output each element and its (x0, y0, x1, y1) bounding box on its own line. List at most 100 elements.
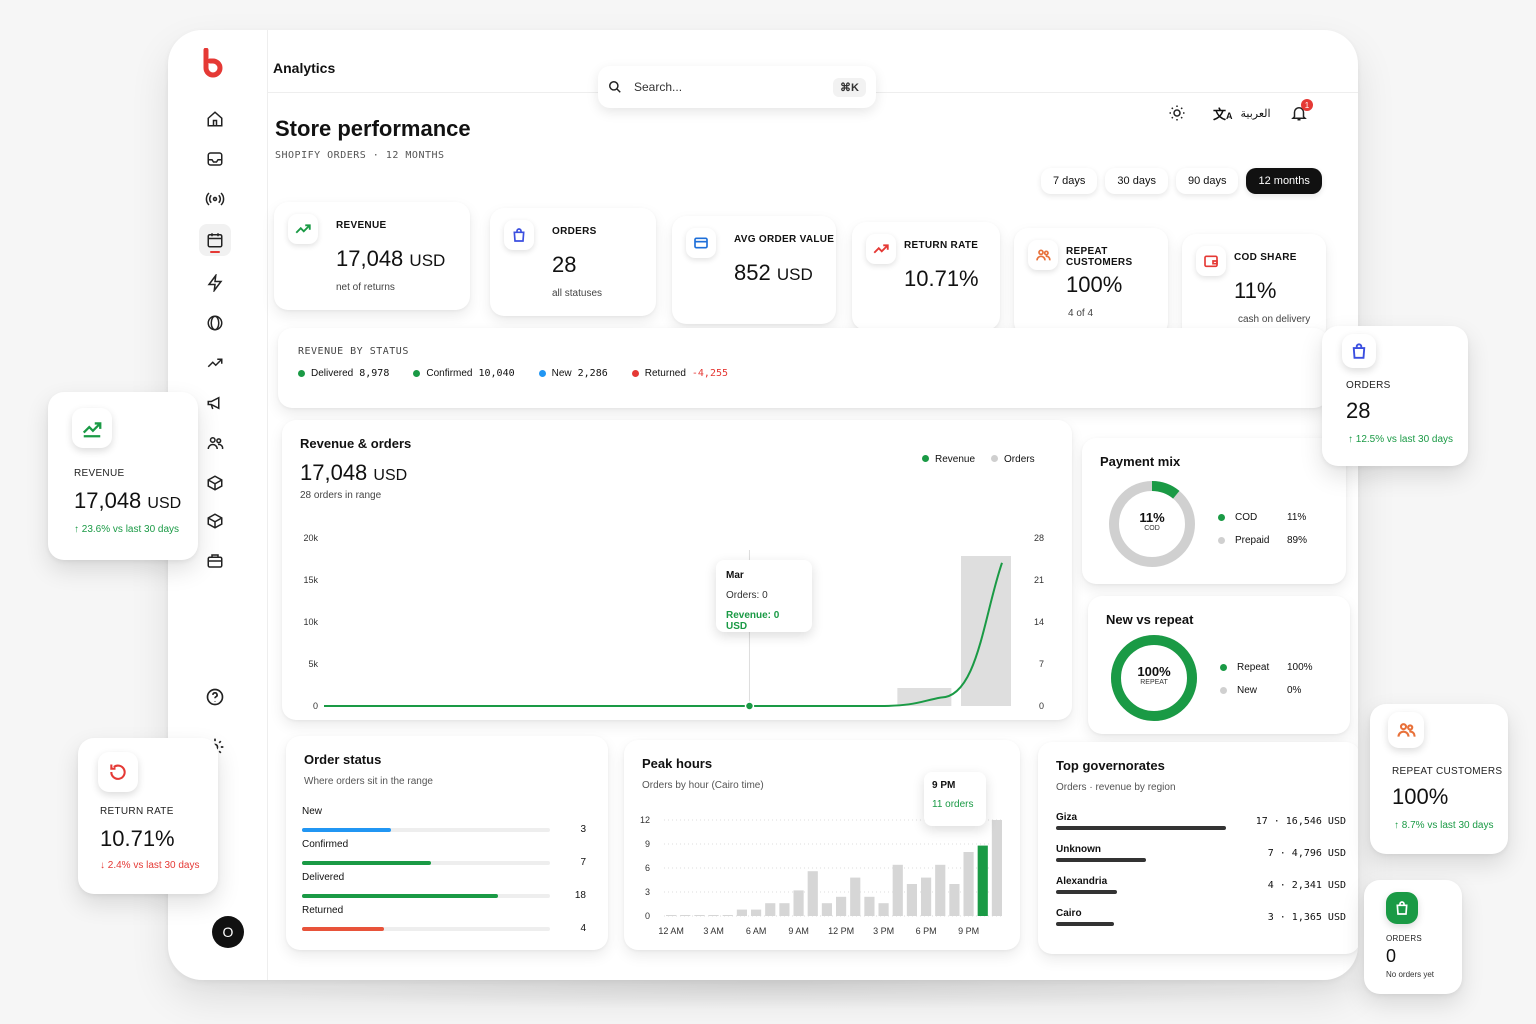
governorate-bar (1056, 890, 1118, 894)
governorate-values: 17 · 16,546 USD (1255, 816, 1346, 827)
card-subtitle: Where orders sit in the range (304, 776, 433, 787)
floating-change: ↓ 2.4% vs last 30 days (100, 860, 200, 871)
users-icon (1028, 240, 1058, 270)
trend-up-icon (866, 234, 896, 264)
lightning-icon[interactable] (204, 272, 226, 294)
status-list: Delivered 8,978 Confirmed 10,040 New 2,2… (298, 368, 728, 379)
governorate-row: Giza 17 · 16,546 USD (1056, 812, 1346, 830)
status-returned: Returned -4,255 (631, 368, 728, 379)
search-icon (609, 81, 621, 93)
status-new: New 2,286 (538, 368, 608, 379)
card-title: Order status (304, 752, 382, 767)
x-tick-label: 6 AM (746, 926, 767, 936)
x-tick-label: 12 PM (828, 926, 854, 936)
kpi-note: net of returns (336, 282, 395, 293)
order-status-row: Confirmed 7 (302, 839, 586, 868)
revenue-line (324, 562, 1003, 707)
briefcase-icon[interactable] (204, 550, 226, 572)
governorate-values: 7 · 4,796 USD (1267, 848, 1346, 859)
tab-12-months[interactable]: 12 months (1246, 168, 1322, 194)
x-tick-label: 12 AM (658, 926, 684, 936)
section-title: REVENUE BY STATUS (298, 346, 409, 357)
calendar-icon[interactable] (199, 224, 231, 256)
peak-hours-card: Peak hours Orders by hour (Cairo time) 0… (624, 740, 1020, 950)
y-tick: 9 (645, 839, 650, 849)
page-subtitle: SHOPIFY ORDERS · 12 MONTHS (275, 150, 445, 161)
order-status-card: Order status Where orders sit in the ran… (286, 736, 608, 950)
card-title: Top governorates (1056, 758, 1165, 773)
hour-bar (722, 915, 733, 916)
tab-30-days[interactable]: 30 days (1105, 168, 1168, 194)
orders-bar (961, 556, 1011, 706)
status-label: Confirmed (302, 839, 349, 850)
governorate-bar (1056, 826, 1226, 830)
tab-90-days[interactable]: 90 days (1175, 168, 1239, 194)
hour-bar (694, 915, 705, 916)
hour-bar (779, 903, 790, 916)
avatar[interactable]: O (212, 916, 244, 948)
credit-card-icon (686, 228, 716, 258)
hour-bar (666, 915, 677, 916)
language-switch[interactable]: 文A العربية (1213, 104, 1271, 123)
broadcast-icon[interactable] (204, 188, 226, 210)
hour-bar (892, 864, 903, 916)
donut-center: 100% REPEAT (1137, 664, 1171, 686)
status-count: 3 (580, 824, 586, 835)
globe-icon[interactable] (204, 312, 226, 334)
help-icon[interactable] (204, 686, 226, 708)
floating-value: 28 (1346, 398, 1371, 423)
status-count: 4 (580, 923, 586, 934)
theme-toggle[interactable] (1168, 104, 1186, 122)
kpi-label: COD SHARE (1234, 252, 1297, 263)
shopping-bag-icon (1342, 334, 1376, 368)
status-confirmed: Confirmed 10,040 (413, 368, 515, 379)
floating-change: ↑ 8.7% vs last 30 days (1394, 820, 1494, 831)
hour-bar (878, 903, 889, 916)
kpi-label: RETURN RATE (904, 240, 979, 251)
megaphone-icon[interactable] (204, 392, 226, 414)
users-icon[interactable] (204, 432, 226, 454)
trend-up-icon (288, 214, 318, 244)
hour-bar (949, 884, 960, 916)
floating-label: ORDERS (1386, 934, 1423, 943)
notification-badge: 1 (1301, 99, 1313, 111)
inbox-icon[interactable] (204, 148, 226, 170)
trending-icon[interactable] (204, 352, 226, 374)
floating-change: ↑ 23.6% vs last 30 days (74, 524, 180, 535)
box-icon[interactable] (204, 472, 226, 494)
new-vs-repeat-card: New vs repeat 100% REPEAT Repeat 100% New… (1088, 596, 1350, 734)
app-title: Analytics (273, 60, 336, 76)
package-icon[interactable] (204, 510, 226, 532)
repeat-legend: Repeat 100% New 0% (1220, 662, 1330, 696)
governorate-row: Cairo 3 · 1,365 USD (1056, 908, 1346, 926)
floating-label: ORDERS (1346, 380, 1391, 391)
status-label: New (302, 806, 323, 817)
floating-return-rate-card: RETURN RATE 10.71% ↓ 2.4% vs last 30 day… (78, 738, 218, 894)
kpi-value: 10.71% (904, 266, 979, 291)
notifications-button[interactable]: 1 (1290, 99, 1313, 122)
search-input[interactable]: Search... ⌘K (598, 66, 876, 108)
kpi-value: 28 (552, 252, 577, 277)
order-status-row: Returned 4 (302, 905, 586, 934)
status-count: 18 (574, 890, 586, 901)
hour-bar (850, 877, 861, 916)
brand-logo[interactable] (202, 48, 228, 78)
hour-bar (935, 864, 946, 916)
payment-mix-card: Payment mix 11% COD COD 11% Prepaid 89% (1082, 438, 1346, 584)
floating-value: 100% (1392, 784, 1449, 809)
status-delivered: Delivered 8,978 (298, 368, 389, 379)
floating-value: 0 (1386, 946, 1397, 966)
home-icon[interactable] (204, 108, 226, 130)
kpi-avg-order-value: AVG ORDER VALUE 852 USD (672, 216, 836, 324)
status-label: Delivered (302, 872, 345, 883)
tab-7-days[interactable]: 7 days (1041, 168, 1098, 194)
shopping-bag-icon (1386, 892, 1418, 924)
y-tick-left: 20k (303, 533, 318, 543)
hour-bar (963, 852, 974, 916)
governorate-values: 4 · 2,341 USD (1267, 880, 1346, 891)
floating-label: RETURN RATE (100, 806, 174, 817)
revenue-orders-card: Revenue & orders 17,048 USD 28 orders in… (282, 420, 1072, 720)
y-tick-right: 21 (1034, 575, 1044, 585)
order-status-row: New 3 (302, 806, 586, 835)
status-fill (302, 861, 431, 865)
